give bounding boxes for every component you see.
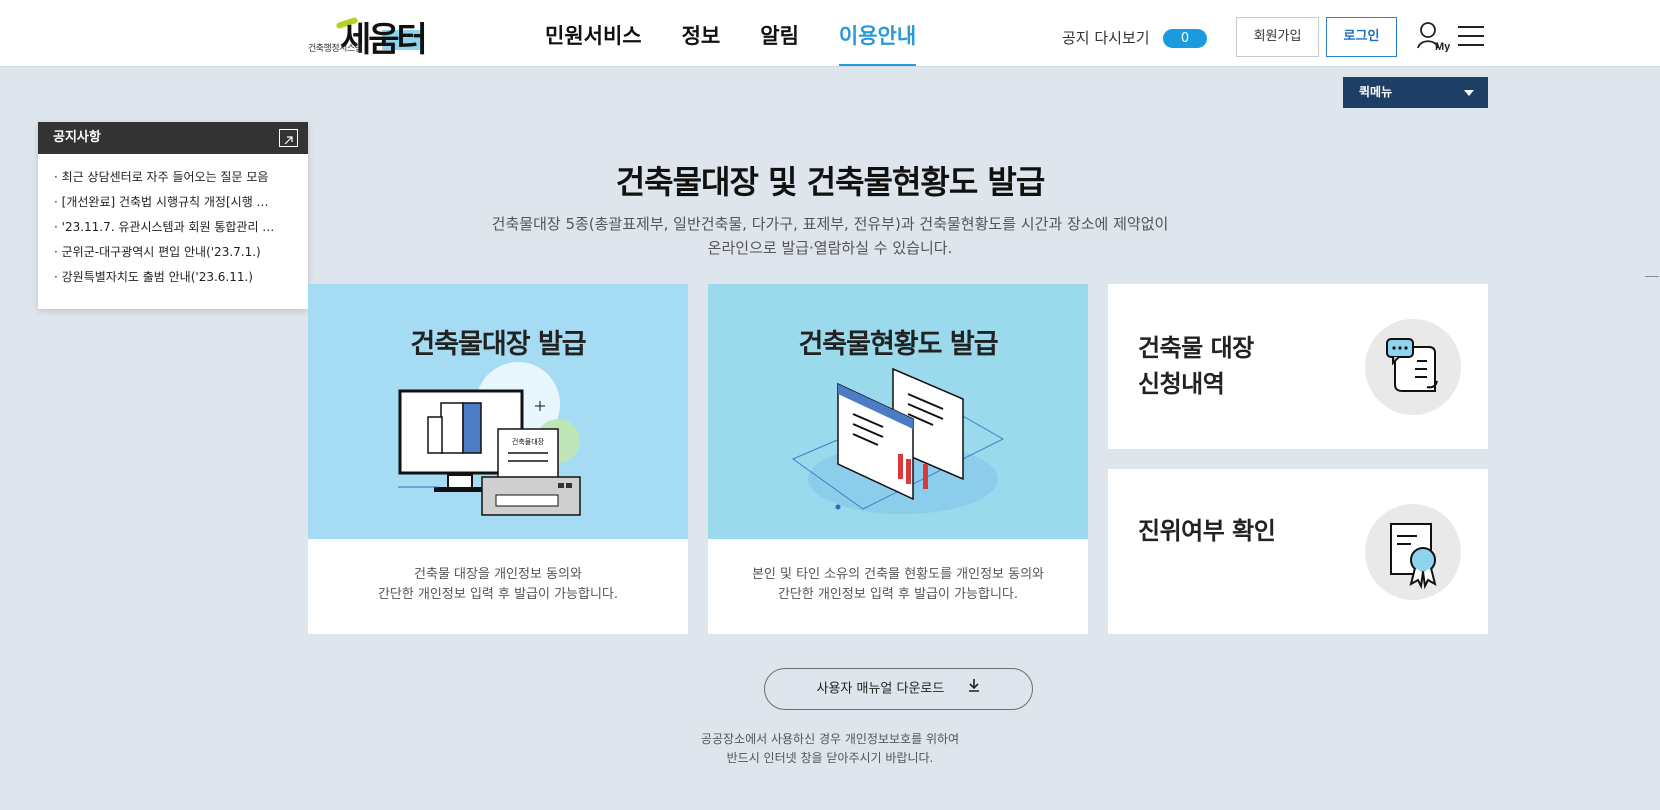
card-visual: 건축물대장 발급 건축물대장 [308,284,688,539]
application-history-card[interactable]: 건축물 대장 신청내역 [1108,284,1488,449]
caret-down-icon [1464,90,1474,96]
download-icon [967,669,981,709]
building-plan-card[interactable]: 건축물현황도 발급 본인 및 타인 소유의 건축물 현황도를 개인정보 동의와 … [708,284,1088,634]
building-register-card[interactable]: 건축물대장 발급 건축물대장 건축물 대장을 개인정보 동의와 간단한 개인정보… [308,284,688,634]
join-button[interactable]: 회원가입 [1236,17,1319,57]
illustration-doc-label: 건축물대장 [512,437,545,446]
floor-plan-illustration [791,367,1005,514]
certificate-icon [1365,504,1461,600]
nav-item-civil-service[interactable]: 민원서비스 [545,20,642,66]
card-title: 건축물대장 발급 [410,329,586,360]
card-description: 건축물 대장을 개인정보 동의와 간단한 개인정보 입력 후 발급이 가능합니다… [377,567,619,602]
page-title: 건축물대장 및 건축물현황도 발급 [615,163,1046,201]
logo-subtitle: 건축행정시스템 [308,44,363,54]
notice-item[interactable]: · 강원특별자치도 출범 안내('23.6.11.) [54,268,294,293]
nav-item-info[interactable]: 정보 [682,20,721,66]
computer-document-illustration: 건축물대장 [398,362,581,516]
nav-item-notice[interactable]: 알림 [760,20,799,66]
privacy-footnote: 공공장소에서 사용하신 경우 개인정보보호를 위하여 반드시 인터넷 창을 닫아… [700,732,960,765]
hamburger-menu-icon[interactable] [1458,26,1484,48]
side-card-title: 건축물 대장 신청내역 [1138,334,1254,398]
main-nav: 민원서비스 정보 알림 이용안내 [545,20,956,66]
scroll-indicator[interactable] [1645,276,1659,277]
notice-replay-toggle[interactable]: 0 [1163,29,1207,48]
card-description: 본인 및 타인 소유의 건축물 현황도를 개인정보 동의와 간단한 개인정보 입… [751,567,1045,602]
notice-popup-header: 공지사항 [38,122,308,154]
login-button[interactable]: 로그인 [1326,17,1397,57]
my-label: My [1435,41,1450,52]
nav-item-guide[interactable]: 이용안내 [838,20,917,66]
page-description: 건축물대장 5종(총괄표제부, 일반건축물, 다가구, 표제부, 전유부)과 건… [491,215,1169,257]
external-link-icon[interactable] [279,129,298,147]
download-label: 사용자 매뉴얼 다운로드 [816,681,945,697]
card-title: 건축물현황도 발급 [798,329,998,360]
notice-popup-title: 공지사항 [53,130,101,145]
manual-download-button[interactable]: 사용자 매뉴얼 다운로드 [764,668,1033,710]
site-header: 세움터 건축행정시스템 민원서비스 정보 알림 이용안내 공지 다시보기 0 회… [0,0,1660,67]
quick-menu-label: 퀵메뉴 [1359,85,1393,99]
notice-replay-label[interactable]: 공지 다시보기 [1062,27,1150,48]
side-card-title: 진위여부 확인 [1138,517,1276,545]
quick-menu-dropdown[interactable]: 퀵메뉴 [1343,77,1488,108]
card-visual: 건축물현황도 발급 [708,284,1088,539]
authenticity-check-card[interactable]: 진위여부 확인 [1108,469,1488,634]
document-chat-icon [1365,319,1461,415]
my-page-icon[interactable]: My [1416,20,1451,53]
site-logo[interactable]: 세움터 건축행정시스템 [306,10,446,60]
